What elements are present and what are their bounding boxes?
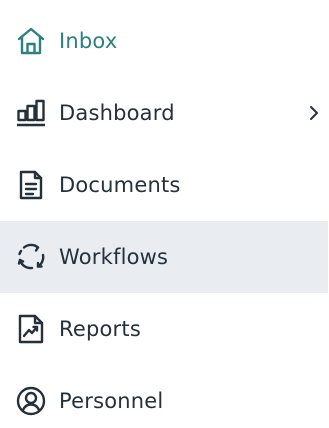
trend-chart-icon xyxy=(16,314,46,344)
chevron-right-icon[interactable] xyxy=(308,105,320,121)
sidebar-item-label: Dashboard xyxy=(59,101,175,125)
sidebar-item-inbox[interactable]: Inbox xyxy=(0,5,328,77)
sidebar-item-label: Documents xyxy=(59,173,181,197)
sidebar-item-label: Reports xyxy=(59,317,141,341)
sidebar-item-workflows[interactable]: Workflows xyxy=(0,221,328,293)
sidebar-item-documents[interactable]: Documents xyxy=(0,149,328,221)
sidebar-item-dashboard[interactable]: Dashboard xyxy=(0,77,328,149)
sidebar-nav: Inbox Dashboard Documents Workflows Repo… xyxy=(0,0,329,428)
refresh-cycle-icon xyxy=(16,242,46,272)
sidebar-item-reports[interactable]: Reports xyxy=(0,293,328,365)
user-circle-icon xyxy=(16,386,46,416)
document-icon xyxy=(16,170,46,200)
sidebar-item-label: Inbox xyxy=(59,29,118,53)
sidebar-item-label: Workflows xyxy=(59,245,169,269)
sidebar-item-label: Personnel xyxy=(59,389,164,413)
bar-chart-icon xyxy=(16,98,46,128)
sidebar-item-personnel[interactable]: Personnel xyxy=(0,365,328,428)
home-icon xyxy=(16,26,46,56)
